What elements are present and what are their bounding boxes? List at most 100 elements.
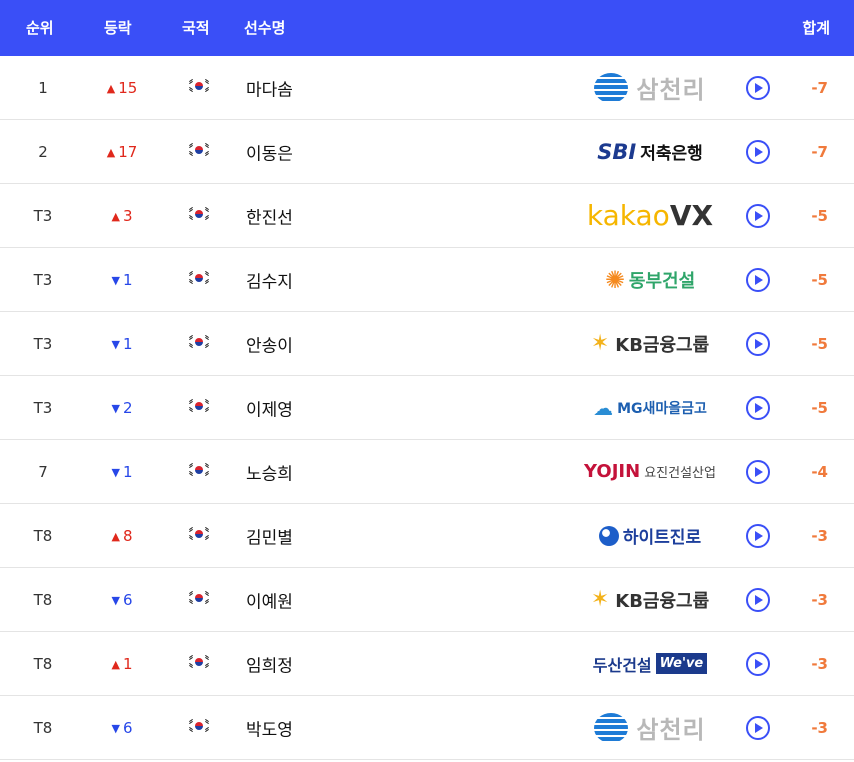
sponsor-cell: ✶ KB금융그룹	[570, 324, 730, 364]
header-nationality[interactable]: 국적	[182, 17, 210, 38]
total-score: -7	[811, 78, 828, 97]
play-icon	[755, 274, 763, 285]
down-arrow-icon: ▼	[111, 401, 120, 415]
table-row[interactable]: 1 ▲ 15 마다솜 삼천리 -7	[0, 56, 854, 120]
kb-star-icon: ✶	[590, 587, 610, 612]
player-name[interactable]: 마다솜	[246, 75, 293, 100]
header-rank[interactable]: 순위	[26, 17, 54, 38]
player-name[interactable]: 임희정	[246, 651, 293, 676]
korea-flag-icon	[188, 590, 210, 605]
movement-cell: ▼ 1	[100, 271, 144, 289]
total-score: -5	[811, 270, 828, 289]
table-row[interactable]: T8 ▲ 1 임희정 두산건설 We've -3	[0, 632, 854, 696]
player-name[interactable]: 이예원	[246, 587, 293, 612]
table-header: 순위 등락 국적 선수명 합계	[0, 0, 854, 56]
sponsor-logo: ☁ MG새마을금고	[593, 395, 707, 420]
player-name[interactable]: 한진선	[246, 203, 293, 228]
play-icon	[755, 722, 763, 733]
down-arrow-icon: ▼	[111, 593, 120, 607]
player-name[interactable]: 이동은	[246, 139, 293, 164]
table-row[interactable]: T8 ▲ 8 김민별 하이트진로 -3	[0, 504, 854, 568]
rank-cell: T3	[33, 206, 53, 225]
play-icon	[755, 530, 763, 541]
rank-cell: T8	[33, 526, 53, 545]
play-button[interactable]	[746, 331, 770, 356]
player-name[interactable]: 김수지	[246, 267, 293, 292]
sponsor-logo: ✶ KB금융그룹	[590, 587, 710, 612]
down-arrow-icon: ▼	[111, 465, 120, 479]
up-arrow-icon: ▲	[106, 81, 116, 95]
movement-value: 2	[122, 398, 133, 417]
rank-cell: T3	[33, 270, 53, 289]
play-button[interactable]	[746, 203, 770, 228]
sponsor-logo: 삼천리	[594, 70, 705, 105]
player-name[interactable]: 이제영	[246, 395, 293, 420]
table-row[interactable]: T3 ▼ 2 이제영 ☁ MG새마을금고 -5	[0, 376, 854, 440]
rank-cell: 1	[38, 78, 48, 97]
player-name[interactable]: 안송이	[246, 331, 293, 356]
movement-value: 6	[122, 718, 133, 737]
movement-cell: ▲ 3	[100, 207, 144, 225]
player-name[interactable]: 박도영	[246, 715, 293, 740]
korea-flag-icon	[188, 654, 210, 669]
movement-cell: ▼ 6	[100, 591, 144, 609]
table-row[interactable]: T3 ▼ 1 김수지 ✺ 동부건설 -5	[0, 248, 854, 312]
player-name[interactable]: 노승희	[246, 459, 293, 484]
up-arrow-icon: ▲	[111, 529, 120, 543]
korea-flag-icon	[188, 718, 210, 733]
kb-star-icon: ✶	[590, 331, 610, 356]
play-button[interactable]	[746, 587, 770, 612]
sponsor-cell: ✶ KB금융그룹	[570, 580, 730, 620]
play-button[interactable]	[746, 139, 770, 164]
play-button[interactable]	[746, 395, 770, 420]
movement-value: 3	[122, 206, 133, 225]
movement-value: 15	[118, 78, 138, 97]
play-icon	[755, 466, 763, 477]
down-arrow-icon: ▼	[111, 337, 120, 351]
down-arrow-icon: ▼	[111, 721, 120, 735]
play-icon	[755, 146, 763, 157]
total-score: -5	[811, 334, 828, 353]
movement-value: 17	[118, 142, 138, 161]
movement-value: 1	[122, 270, 133, 289]
total-score: -3	[811, 590, 828, 609]
movement-value: 1	[122, 462, 133, 481]
play-button[interactable]	[746, 75, 770, 100]
movement-value: 1	[122, 654, 133, 673]
play-button[interactable]	[746, 715, 770, 740]
play-button[interactable]	[746, 267, 770, 292]
sponsor-cell: YOJIN 요진건설산업	[570, 452, 730, 492]
table-row[interactable]: 7 ▼ 1 노승희 YOJIN 요진건설산업 -4	[0, 440, 854, 504]
table-row[interactable]: 2 ▲ 17 이동은 SBI 저축은행 -7	[0, 120, 854, 184]
play-button[interactable]	[746, 651, 770, 676]
up-arrow-icon: ▲	[111, 209, 120, 223]
korea-flag-icon	[188, 206, 210, 221]
rank-cell: T8	[33, 590, 53, 609]
rank-cell: 7	[38, 462, 48, 481]
play-button[interactable]	[746, 459, 770, 484]
player-name[interactable]: 김민별	[246, 523, 293, 548]
table-row[interactable]: T3 ▼ 1 안송이 ✶ KB금융그룹 -5	[0, 312, 854, 376]
table-row[interactable]: T8 ▼ 6 이예원 ✶ KB금융그룹 -3	[0, 568, 854, 632]
header-player-name[interactable]: 선수명	[244, 17, 285, 38]
movement-value: 8	[122, 526, 133, 545]
rank-cell: T8	[33, 654, 53, 673]
total-score: -3	[811, 718, 828, 737]
korea-flag-icon	[188, 78, 210, 93]
sponsor-logo: kakao VX	[586, 199, 714, 232]
header-total[interactable]: 합계	[802, 17, 830, 38]
header-movement[interactable]: 등락	[104, 17, 132, 38]
table-row[interactable]: T3 ▲ 3 한진선 kakao VX -5	[0, 184, 854, 248]
korea-flag-icon	[188, 526, 210, 541]
rank-cell: T8	[33, 718, 53, 737]
play-icon	[755, 210, 763, 221]
play-icon	[755, 82, 763, 93]
play-button[interactable]	[746, 523, 770, 548]
total-score: -3	[811, 526, 828, 545]
table-row[interactable]: T8 ▼ 6 박도영 삼천리 -3	[0, 696, 854, 760]
total-score: -5	[811, 398, 828, 417]
samchully-logo-icon	[594, 712, 629, 743]
movement-value: 1	[122, 334, 133, 353]
total-score: -4	[811, 462, 828, 481]
sponsor-logo: 하이트진로	[598, 523, 701, 548]
